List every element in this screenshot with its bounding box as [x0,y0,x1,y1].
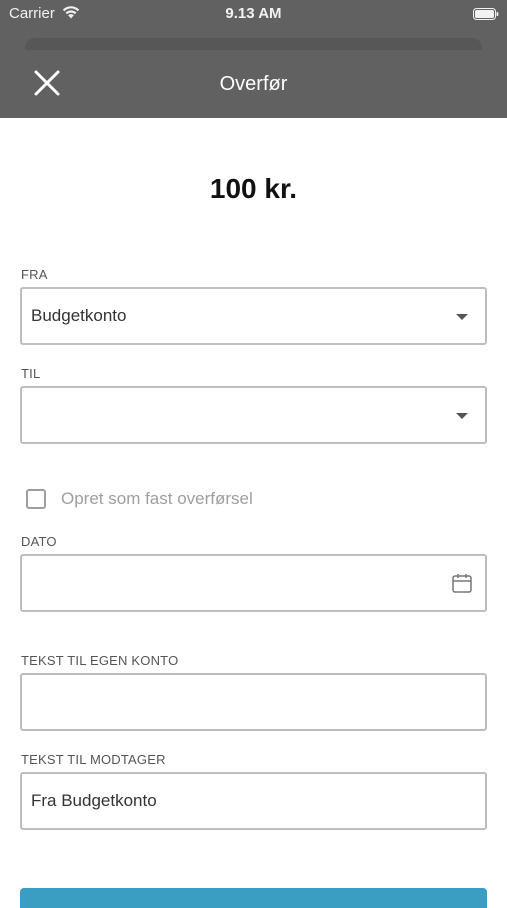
header: Carrier 9.13 AM Overfør [0,0,507,118]
to-label: TIL [21,366,41,381]
recipient-text-label: TEKST TIL MODTAGER [21,752,166,767]
from-label: FRA [21,267,48,282]
battery-icon [473,7,499,20]
recurring-checkbox[interactable] [26,489,46,509]
recurring-transfer-option[interactable]: Opret som fast overførsel [26,488,253,510]
chevron-down-icon [456,314,468,320]
recipient-text-value: Fra Budgetkonto [31,791,157,810]
own-text-input[interactable] [20,673,487,731]
own-text-label: TEKST TIL EGEN KONTO [21,653,179,668]
from-account-select[interactable]: Budgetkonto [20,287,487,345]
status-bar: Carrier 9.13 AM [0,0,507,28]
calendar-icon[interactable] [452,573,472,598]
clock: 9.13 AM [225,5,282,22]
transfer-amount[interactable]: 100 kr. [0,173,507,205]
recipient-text-input[interactable]: Fra Budgetkonto [20,772,487,830]
date-label: DATO [21,534,57,549]
submit-transfer-button[interactable] [20,888,487,908]
from-account-value: Budgetkonto [31,306,127,325]
date-field[interactable] [20,554,487,612]
to-account-select[interactable] [20,386,487,444]
page-title: Overfør [219,73,288,95]
chevron-down-icon [456,413,468,419]
recurring-checkbox-label: Opret som fast overførsel [61,489,253,508]
sheet-background-card [25,38,482,50]
